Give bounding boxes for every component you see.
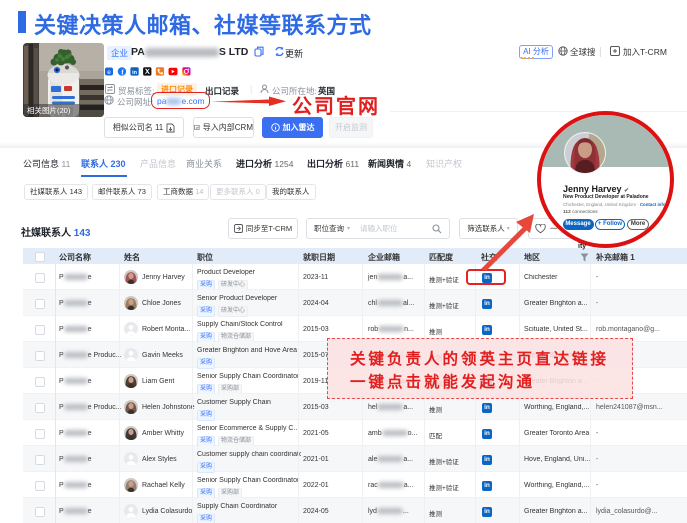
svg-text:in: in: [132, 70, 138, 76]
svg-text:e: e: [107, 69, 111, 76]
